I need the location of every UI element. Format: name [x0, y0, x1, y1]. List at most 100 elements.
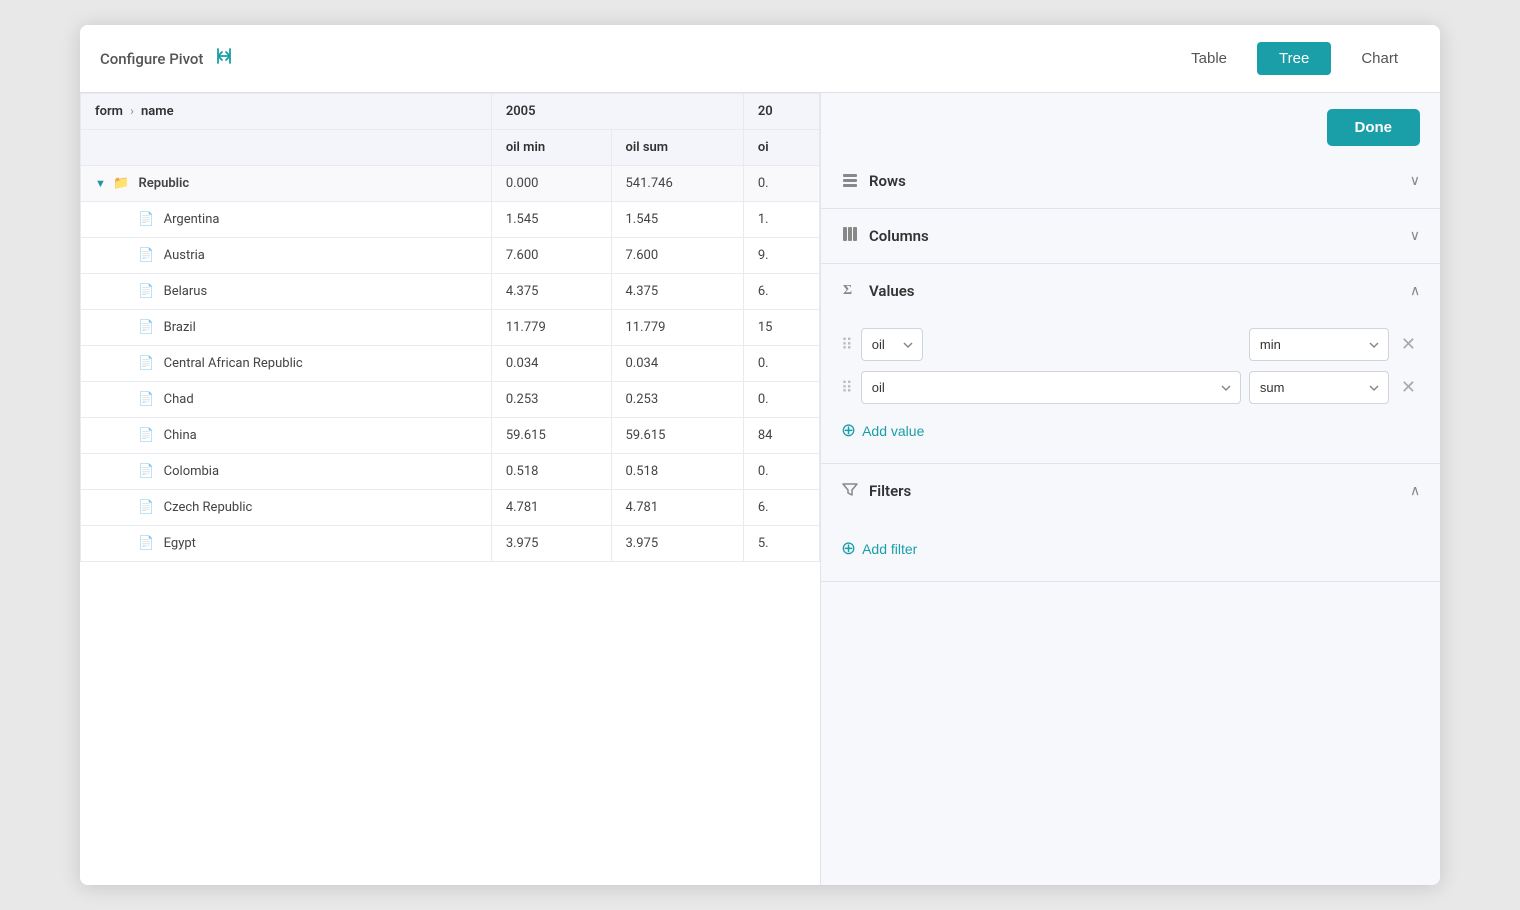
row-val1: 1.545 [491, 202, 611, 238]
remove-value-1-button[interactable]: ✕ [1397, 332, 1420, 357]
table-row: 📄 Colombia 0.518 0.518 0. [81, 454, 820, 490]
row-label: 📄 Egypt [81, 526, 492, 562]
row-label: 📄 Central African Republic [81, 346, 492, 382]
add-filter-label: Add filter [862, 541, 917, 557]
file-icon: 📄 [138, 284, 154, 299]
row-val1: 0.034 [491, 346, 611, 382]
filters-section-body: ⊕ Add filter [821, 518, 1440, 581]
year-2006-header: 20 [743, 94, 819, 130]
file-icon: 📄 [138, 212, 154, 227]
row-label: 📄 Colombia [81, 454, 492, 490]
add-filter-icon: ⊕ [841, 538, 856, 559]
row-val3: 0. [743, 346, 819, 382]
pivot-icon [213, 45, 235, 72]
rows-chevron: ∨ [1410, 173, 1420, 189]
row-val1: 59.615 [491, 418, 611, 454]
expand-icon[interactable]: ▼ [95, 177, 106, 190]
country-label: Argentina [164, 212, 220, 227]
row-label: ▼ 📁 Republic [81, 166, 492, 202]
filters-section-header[interactable]: Filters ∨ [821, 464, 1440, 518]
country-label: Colombia [164, 464, 219, 479]
country-label: Czech Republic [164, 500, 253, 515]
data-area[interactable]: form › name 2005 20 oil min oil sum oi [80, 93, 820, 885]
table-row: 📄 Czech Republic 4.781 4.781 6. [81, 490, 820, 526]
filters-section-label: Filters [869, 482, 911, 500]
table-row: 📄 Belarus 4.375 4.375 6. [81, 274, 820, 310]
empty-header [81, 130, 492, 166]
field-select-1[interactable]: oil gas coal [861, 328, 923, 361]
agg-select-1[interactable]: min max sum avg count [1249, 328, 1389, 361]
file-icon: 📄 [138, 248, 154, 263]
table-view-button[interactable]: Table [1169, 42, 1249, 75]
rows-section-header-left: Rows [841, 170, 906, 192]
values-section-label: Values [869, 282, 915, 300]
chart-view-button[interactable]: Chart [1339, 42, 1420, 75]
values-section-header[interactable]: Σ Values ∨ [821, 264, 1440, 318]
country-label: Central African Republic [164, 356, 303, 371]
add-value-button[interactable]: ⊕ Add value [841, 414, 924, 447]
breadcrumb-name: name [141, 104, 174, 119]
agg-select-2[interactable]: min max sum avg count [1249, 371, 1389, 404]
row-val1: 0.253 [491, 382, 611, 418]
value-row-2: ⠿ oil gas coal min max sum avg count [841, 371, 1420, 404]
row-val2: 3.975 [611, 526, 743, 562]
file-icon: 📄 [138, 500, 154, 515]
drag-handle-2[interactable]: ⠿ [841, 378, 853, 397]
columns-section-header[interactable]: Columns ∨ [821, 209, 1440, 263]
row-val2: 4.375 [611, 274, 743, 310]
row-val2: 7.600 [611, 238, 743, 274]
row-val3: 9. [743, 238, 819, 274]
remove-value-2-button[interactable]: ✕ [1397, 375, 1420, 400]
config-panel: Done Rows ∨ [820, 93, 1440, 885]
drag-handle-1[interactable]: ⠿ [841, 335, 853, 354]
columns-chevron: ∨ [1410, 228, 1420, 244]
rows-section-header[interactable]: Rows ∨ [821, 154, 1440, 208]
values-section: Σ Values ∨ ⠿ oil gas [821, 264, 1440, 464]
row-val1: 0.518 [491, 454, 611, 490]
file-icon: 📄 [138, 464, 154, 479]
row-val1: 4.375 [491, 274, 611, 310]
add-filter-button[interactable]: ⊕ Add filter [841, 532, 917, 565]
configure-pivot-label: Configure Pivot [100, 50, 203, 68]
row-val1: 11.779 [491, 310, 611, 346]
folder-icon: 📁 [113, 176, 129, 191]
country-label: Brazil [164, 320, 196, 335]
row-label: 📄 Belarus [81, 274, 492, 310]
row-label: 📄 Argentina [81, 202, 492, 238]
row-republic-label: Republic [139, 176, 190, 191]
done-button[interactable]: Done [1327, 109, 1421, 146]
rows-icon [841, 170, 859, 192]
add-value-icon: ⊕ [841, 420, 856, 441]
country-label: Egypt [164, 536, 196, 551]
row-val1: 0.000 [491, 166, 611, 202]
row-val1: 4.781 [491, 490, 611, 526]
sigma-icon: Σ [841, 280, 859, 302]
file-icon: 📄 [138, 428, 154, 443]
filter-icon [841, 480, 859, 502]
pivot-table: form › name 2005 20 oil min oil sum oi [80, 93, 820, 562]
filters-section: Filters ∨ ⊕ Add filter [821, 464, 1440, 582]
row-val2: 0.034 [611, 346, 743, 382]
country-label: Austria [164, 248, 205, 263]
svg-text:Σ: Σ [843, 283, 852, 298]
add-value-label: Add value [862, 423, 924, 439]
table-row: 📄 Egypt 3.975 3.975 5. [81, 526, 820, 562]
breadcrumb-form: form [95, 104, 123, 119]
row-val2: 11.779 [611, 310, 743, 346]
table-row: 📄 China 59.615 59.615 84 [81, 418, 820, 454]
row-label: 📄 Czech Republic [81, 490, 492, 526]
values-chevron: ∨ [1410, 283, 1420, 299]
row-val1: 3.975 [491, 526, 611, 562]
tree-view-button[interactable]: Tree [1257, 42, 1331, 75]
file-icon: 📄 [138, 536, 154, 551]
row-val2: 0.253 [611, 382, 743, 418]
field-select-2[interactable]: oil gas coal [861, 371, 1241, 404]
row-val3: 1. [743, 202, 819, 238]
file-icon: 📄 [138, 320, 154, 335]
row-val3: 0. [743, 454, 819, 490]
row-val3: 84 [743, 418, 819, 454]
filters-section-header-left: Filters [841, 480, 911, 502]
file-icon: 📄 [138, 392, 154, 407]
values-section-body: ⠿ oil gas coal min max sum [821, 318, 1440, 463]
row-label: 📄 China [81, 418, 492, 454]
